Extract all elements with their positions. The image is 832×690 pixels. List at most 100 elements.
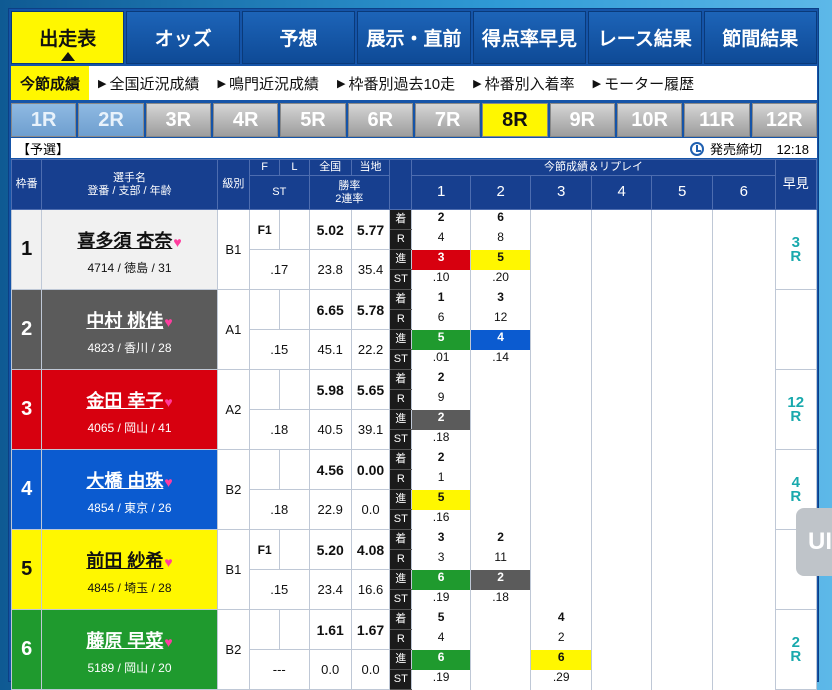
player-name-link[interactable]: 喜多須 杏奈♥ — [42, 227, 217, 253]
race-10r[interactable]: 10R — [616, 103, 683, 137]
race-9r[interactable]: 9R — [549, 103, 615, 137]
player-cell[interactable]: 中村 桃佳♥ 4823 / 香川 / 28 — [41, 289, 218, 370]
result-cell-day-1[interactable]: 2 — [411, 409, 471, 430]
tab-series-results[interactable]: 節間結果 — [703, 11, 817, 64]
player-name-link[interactable]: 前田 紗希♥ — [42, 547, 217, 573]
player-cell[interactable]: 藤原 早菜♥ 5189 / 岡山 / 20 — [41, 609, 218, 690]
result-cell-day-1[interactable]: 1 — [411, 469, 471, 490]
player-cell[interactable]: 金田 幸子♥ 4065 / 岡山 / 41 — [41, 369, 218, 450]
side-chip[interactable]: UI — [796, 508, 832, 576]
result-cell-day-2[interactable]: 8 — [469, 229, 532, 250]
result-cell-day-1[interactable]: .16 — [411, 509, 471, 530]
row-label: 進 — [389, 569, 413, 590]
subnav-motor-history[interactable]: ▶ モーター履歴 — [584, 66, 703, 100]
result-cell-day-2[interactable]: .14 — [469, 349, 532, 370]
race-3r[interactable]: 3R — [145, 103, 211, 137]
result-cell-day-1[interactable]: 2 — [411, 449, 471, 470]
player-name-link[interactable]: 金田 幸子♥ — [42, 387, 217, 413]
result-cell-day-1[interactable]: .10 — [411, 269, 471, 290]
result-cell-day-1[interactable]: 4 — [411, 629, 471, 650]
result-cell-day-3[interactable]: 6 — [530, 649, 592, 670]
race-2r[interactable]: 2R — [78, 103, 144, 137]
race-6r[interactable]: 6R — [347, 103, 413, 137]
result-cell-day-1[interactable]: 1 — [411, 289, 471, 310]
result-cell-day-1[interactable]: .01 — [411, 349, 471, 370]
result-cell-day-2[interactable]: .20 — [469, 269, 532, 290]
result-cell-day-4 — [590, 449, 653, 470]
result-cell-day-3 — [530, 249, 592, 270]
player-name-link[interactable]: 中村 桃佳♥ — [42, 307, 217, 333]
result-cell-day-2[interactable]: 5 — [469, 249, 532, 270]
subnav-series-results[interactable]: 今節成績 — [11, 66, 90, 100]
heart-icon[interactable]: ♥ — [164, 554, 172, 570]
result-cell-day-1[interactable]: 2 — [411, 369, 471, 390]
national-win-rate: 5.02 — [308, 209, 352, 250]
result-cell-day-2[interactable]: 2 — [469, 569, 532, 590]
header-national: 全国 — [308, 159, 352, 176]
early-race[interactable]: 2R — [774, 609, 818, 690]
result-cell-day-1[interactable]: 3 — [411, 529, 471, 550]
result-cell-day-1[interactable]: .19 — [411, 669, 471, 690]
local-2-rate: 39.1 — [350, 409, 391, 450]
subnav-label: 枠番別過去10走 — [348, 75, 456, 93]
early-race[interactable]: 12 R — [774, 369, 818, 450]
result-cell-day-1[interactable]: 5 — [411, 329, 471, 350]
subnav-frame-past10[interactable]: ▶ 枠番別過去10走 — [328, 66, 464, 100]
deadline-time: 12:18 — [776, 141, 809, 157]
result-cell-day-1[interactable]: .19 — [411, 589, 471, 610]
result-cell-day-3[interactable]: 4 — [530, 609, 592, 630]
result-cell-day-2[interactable]: .18 — [469, 589, 532, 610]
national-win-rate: 5.98 — [308, 369, 352, 410]
subnav-naruto-recent[interactable]: ▶ 鳴門近況成績 — [209, 66, 328, 100]
heart-icon[interactable]: ♥ — [164, 634, 172, 650]
result-cell-day-1[interactable]: 4 — [411, 229, 471, 250]
heart-icon[interactable]: ♥ — [173, 234, 181, 250]
heart-icon[interactable]: ♥ — [164, 314, 172, 330]
player-name: 前田 紗希 — [86, 551, 164, 571]
result-cell-day-2[interactable]: 6 — [469, 209, 532, 230]
race-4r[interactable]: 4R — [212, 103, 279, 137]
result-cell-day-1[interactable]: 5 — [411, 489, 471, 510]
result-cell-day-1[interactable]: 6 — [411, 649, 471, 670]
result-cell-day-1[interactable]: 3 — [411, 549, 471, 570]
result-cell-day-2[interactable]: 2 — [469, 529, 532, 550]
result-cell-day-1[interactable]: 6 — [411, 309, 471, 330]
race-1r[interactable]: 1R — [11, 103, 77, 137]
result-cell-day-3[interactable]: 2 — [530, 629, 592, 650]
heart-icon[interactable]: ♥ — [164, 394, 172, 410]
early-race[interactable] — [774, 289, 818, 370]
heart-icon[interactable]: ♥ — [164, 474, 172, 490]
result-cell-day-1[interactable]: 2 — [411, 209, 471, 230]
early-race[interactable]: 3R — [774, 209, 818, 290]
result-cell-day-2[interactable]: 3 — [469, 289, 532, 310]
race-5r[interactable]: 5R — [280, 103, 346, 137]
player-cell[interactable]: 前田 紗希♥ 4845 / 埼玉 / 28 — [41, 529, 218, 610]
tab-prediction[interactable]: 予想 — [241, 11, 356, 64]
waku-cell: 3 — [10, 369, 43, 450]
tab-entry-list[interactable]: 出走表 — [11, 11, 125, 64]
tab-score-chart[interactable]: 得点率早見 — [472, 11, 587, 64]
result-cell-day-1[interactable]: 6 — [411, 569, 471, 590]
tab-race-results[interactable]: レース結果 — [588, 11, 702, 64]
race-11r[interactable]: 11R — [684, 103, 750, 137]
race-7r[interactable]: 7R — [414, 103, 481, 137]
race-12r[interactable]: 12R — [751, 103, 817, 137]
result-cell-day-3[interactable]: .29 — [530, 669, 592, 690]
subnav-national-recent[interactable]: ▶ 全国近況成績 — [89, 66, 208, 100]
result-cell-day-1[interactable]: 5 — [411, 609, 471, 630]
result-cell-day-1[interactable]: 3 — [411, 249, 471, 270]
race-8r[interactable]: 8R — [482, 103, 548, 137]
tab-odds[interactable]: オッズ — [126, 11, 240, 64]
result-cell-day-1[interactable]: .18 — [411, 429, 471, 450]
result-cell-day-3 — [530, 509, 592, 530]
tab-exhibition[interactable]: 展示・直前 — [357, 11, 471, 64]
subnav-frame-placing-rate[interactable]: ▶ 枠番別入着率 — [464, 66, 583, 100]
player-name-link[interactable]: 藤原 早菜♥ — [42, 627, 217, 653]
player-cell[interactable]: 喜多須 杏奈♥ 4714 / 徳島 / 31 — [41, 209, 218, 290]
result-cell-day-2[interactable]: 12 — [469, 309, 532, 330]
result-cell-day-2[interactable]: 4 — [469, 329, 532, 350]
result-cell-day-1[interactable]: 9 — [411, 389, 471, 410]
result-cell-day-2[interactable]: 11 — [469, 549, 532, 570]
player-name-link[interactable]: 大橋 由珠♥ — [42, 467, 217, 493]
player-cell[interactable]: 大橋 由珠♥ 4854 / 東京 / 26 — [41, 449, 218, 530]
